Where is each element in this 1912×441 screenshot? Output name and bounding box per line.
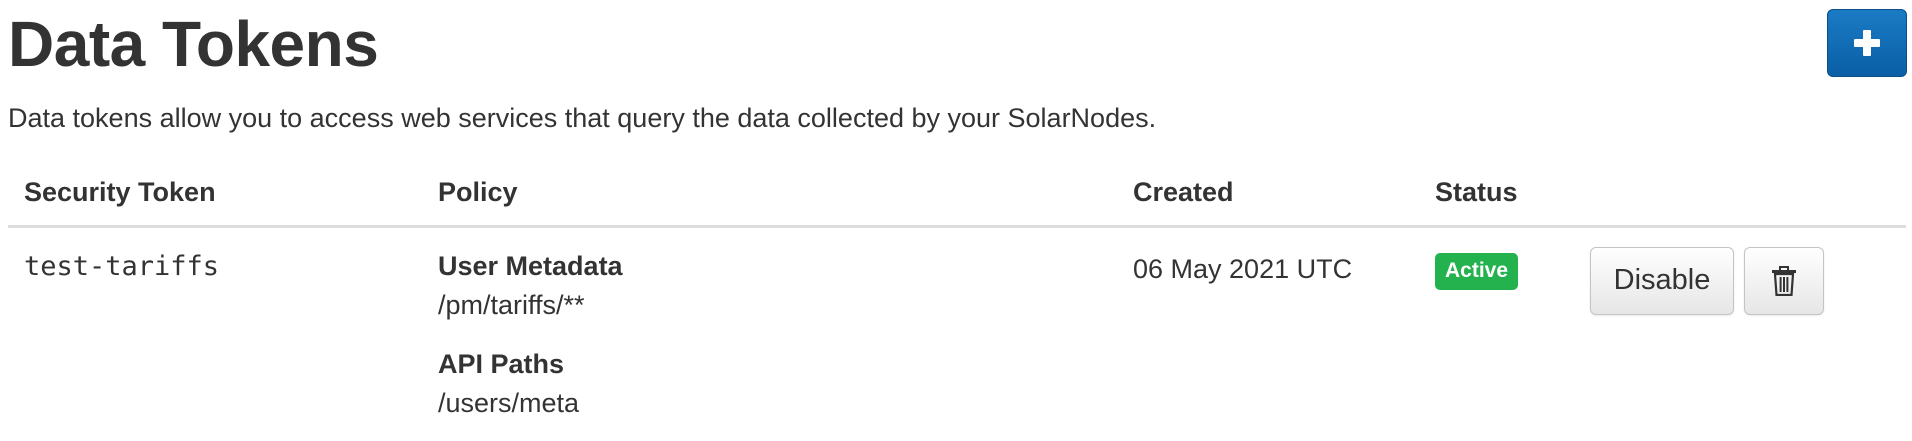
token-cell: test-tariffs (8, 226, 438, 421)
delete-button[interactable] (1744, 246, 1824, 315)
disable-button[interactable]: Disable (1590, 246, 1734, 315)
add-token-button[interactable] (1827, 9, 1907, 77)
status-cell: Active (1435, 226, 1590, 421)
page-title: Data Tokens (8, 8, 379, 80)
tokens-table: Security Token Policy Created Status tes… (8, 160, 1906, 421)
policy-user-metadata: User Metadata /pm/tariffs/** (438, 248, 1133, 323)
trash-icon (1772, 265, 1796, 296)
policy-api-paths: API Paths /users/meta (438, 346, 1133, 421)
table-row: test-tariffs User Metadata /pm/tariffs/*… (8, 226, 1906, 421)
header-created: Created (1133, 160, 1435, 228)
header-security-token: Security Token (8, 160, 438, 228)
table-header-row: Security Token Policy Created Status (8, 160, 1906, 228)
policy-cell: User Metadata /pm/tariffs/** API Paths /… (438, 226, 1133, 421)
plus-icon (1854, 30, 1880, 56)
actions-cell: Disable (1590, 226, 1906, 421)
page-intro: Data tokens allow you to access web serv… (8, 103, 1157, 133)
token-id: test-tariffs (24, 250, 220, 282)
policy-value: /pm/tariffs/** (438, 289, 585, 320)
header-policy: Policy (438, 160, 1133, 228)
row-actions: Disable (1590, 246, 1906, 315)
policy-heading: API Paths (438, 348, 565, 379)
policy-heading: User Metadata (438, 250, 623, 281)
created-date: 06 May 2021 UTC (1133, 253, 1353, 284)
status-badge: Active (1435, 252, 1519, 290)
policy-value: /users/meta (438, 387, 580, 418)
created-cell: 06 May 2021 UTC (1133, 226, 1435, 421)
header-status: Status (1435, 160, 1590, 228)
header-actions (1590, 160, 1906, 228)
